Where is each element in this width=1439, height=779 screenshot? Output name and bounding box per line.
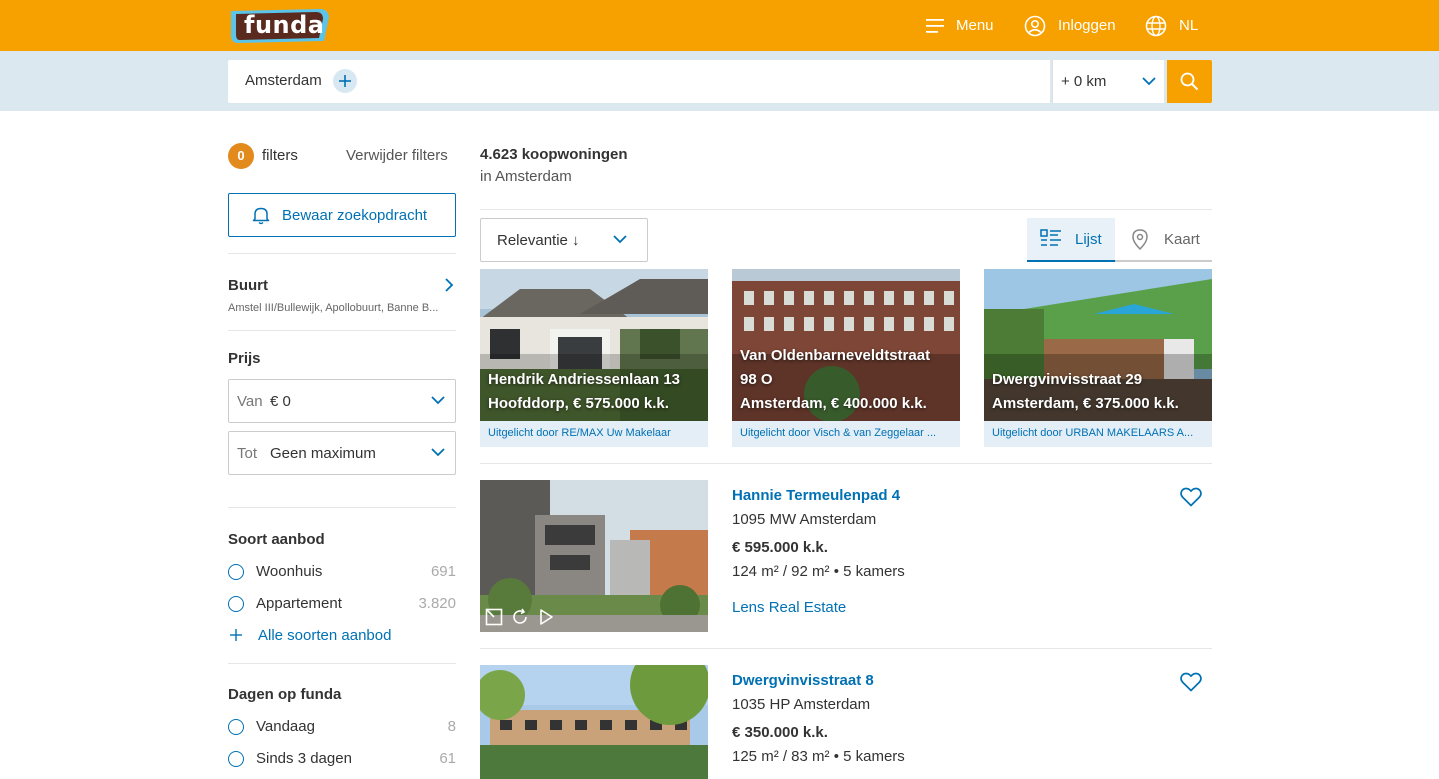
divider bbox=[228, 253, 456, 254]
tab-map-label: Kaart bbox=[1164, 231, 1200, 248]
divider bbox=[480, 648, 1212, 649]
tab-list-label: Lijst bbox=[1075, 231, 1102, 248]
option-count: 691 bbox=[430, 563, 456, 580]
location-chip: Amsterdam bbox=[245, 72, 322, 89]
map-pin-icon bbox=[1132, 229, 1148, 251]
tab-map-view[interactable]: Kaart bbox=[1115, 218, 1212, 262]
radio-appartement[interactable] bbox=[228, 596, 244, 612]
plus-icon bbox=[339, 75, 351, 87]
bell-icon bbox=[252, 207, 270, 225]
logo-text: funda bbox=[244, 11, 325, 39]
sort-select[interactable]: Relevantie ↓ bbox=[480, 218, 648, 262]
video-play-icon[interactable] bbox=[537, 608, 555, 626]
divider bbox=[228, 330, 456, 331]
featured-promo[interactable]: Uitgelicht door Visch & van Zeggelaar ..… bbox=[732, 421, 960, 447]
price-to-select[interactable]: Tot Geen maximum bbox=[228, 431, 456, 475]
featured-address: Hendrik Andriessenlaan 13 bbox=[488, 371, 681, 388]
price-title: Prijs bbox=[228, 350, 261, 367]
language-button[interactable]: NL bbox=[1145, 0, 1198, 51]
price-to-label: Tot bbox=[237, 445, 258, 462]
radio-woonhuis[interactable] bbox=[228, 564, 244, 580]
chevron-down-icon bbox=[613, 235, 627, 244]
radio-sinds-3-dagen[interactable] bbox=[228, 751, 244, 767]
neighbourhood-title[interactable]: Buurt bbox=[228, 277, 268, 294]
featured-price: Amsterdam, € 400.000 k.k. bbox=[740, 395, 927, 412]
offer-type-title: Soort aanbod bbox=[228, 531, 325, 548]
featured-address: Van Oldenbarneveldtstraat bbox=[740, 347, 931, 364]
option-label[interactable]: Sinds 3 dagen bbox=[256, 750, 352, 767]
featured-price: Amsterdam, € 375.000 k.k. bbox=[992, 395, 1179, 412]
price-from-label: Van bbox=[237, 393, 263, 410]
featured-card[interactable]: Hendrik Andriessenlaan 13 Hoofddorp, € 5… bbox=[480, 269, 708, 447]
media-icons bbox=[485, 608, 555, 626]
add-location-button[interactable] bbox=[333, 69, 357, 93]
listing-address: 1035 HP Amsterdam bbox=[732, 696, 871, 713]
login-label: Inloggen bbox=[1058, 17, 1116, 34]
listing-agent[interactable]: Lens Real Estate bbox=[732, 599, 846, 616]
top-header bbox=[0, 0, 1439, 51]
sort-value: Relevantie ↓ bbox=[497, 232, 580, 249]
floorplan-icon[interactable] bbox=[485, 608, 503, 626]
featured-promo[interactable]: Uitgelicht door RE/MAX Uw Makelaar bbox=[480, 421, 708, 447]
divider bbox=[480, 463, 1212, 464]
property-photo[interactable] bbox=[480, 665, 708, 779]
chevron-down-icon bbox=[431, 448, 445, 457]
menu-button[interactable]: Menu bbox=[926, 0, 994, 51]
featured-promo[interactable]: Uitgelicht door URBAN MAKELAARS A... bbox=[984, 421, 1212, 447]
divider bbox=[228, 663, 456, 664]
listing-address: 1095 MW Amsterdam bbox=[732, 511, 877, 528]
all-offer-types-link[interactable]: Alle soorten aanbod bbox=[258, 627, 391, 644]
neighbourhood-summary: Amstel III/Bullewijk, Apollobuurt, Banne… bbox=[228, 302, 439, 314]
search-button[interactable] bbox=[1167, 60, 1212, 103]
plus-icon[interactable] bbox=[230, 629, 242, 641]
option-label[interactable]: Woonhuis bbox=[256, 563, 322, 580]
listing-specs: 124 m² / 92 m² • 5 kamers bbox=[732, 563, 905, 580]
chevron-down-icon bbox=[431, 396, 445, 405]
login-button[interactable]: Inloggen bbox=[1024, 0, 1116, 51]
list-icon bbox=[1040, 229, 1061, 246]
filter-count-badge: 0 bbox=[228, 143, 254, 169]
days-title: Dagen op funda bbox=[228, 686, 342, 703]
divider bbox=[480, 209, 1212, 210]
featured-price: Hoofddorp, € 575.000 k.k. bbox=[488, 395, 669, 412]
globe-icon bbox=[1145, 15, 1167, 36]
language-label: NL bbox=[1179, 17, 1199, 34]
featured-address: Dwergvinvisstraat 29 bbox=[992, 371, 1143, 388]
featured-card[interactable]: Dwergvinvisstraat 29 Amsterdam, € 375.00… bbox=[984, 269, 1212, 447]
listing-title[interactable]: Dwergvinvisstraat 8 bbox=[732, 672, 874, 689]
search-icon bbox=[1180, 72, 1199, 91]
price-from-value: € 0 bbox=[270, 393, 291, 410]
listing-title[interactable]: Hannie Termeulenpad 4 bbox=[732, 487, 900, 504]
option-count: 8 bbox=[447, 718, 456, 735]
menu-label: Menu bbox=[956, 17, 994, 34]
result-location: in Amsterdam bbox=[480, 168, 572, 185]
option-count: 3.820 bbox=[418, 595, 456, 612]
option-count: 61 bbox=[439, 750, 456, 767]
hamburger-icon bbox=[926, 18, 944, 33]
featured-address-line2: 98 O bbox=[740, 371, 773, 388]
filters-label: filters bbox=[262, 147, 298, 164]
featured-card[interactable]: Van Oldenbarneveldtstraat 98 O Amsterdam… bbox=[732, 269, 960, 447]
chevron-right-icon[interactable] bbox=[445, 278, 454, 292]
radius-value: + 0 km bbox=[1061, 73, 1107, 90]
listing-price: € 595.000 k.k. bbox=[732, 539, 828, 556]
heart-icon[interactable] bbox=[1180, 487, 1202, 507]
price-to-value: Geen maximum bbox=[270, 445, 376, 462]
option-label[interactable]: Appartement bbox=[256, 595, 342, 612]
heart-icon[interactable] bbox=[1180, 672, 1202, 692]
save-search-label: Bewaar zoekopdracht bbox=[282, 207, 428, 224]
radio-vandaag[interactable] bbox=[228, 719, 244, 735]
listing-specs: 125 m² / 83 m² • 5 kamers bbox=[732, 748, 905, 765]
user-icon bbox=[1024, 15, 1046, 36]
listing-price: € 350.000 k.k. bbox=[732, 724, 828, 741]
option-label[interactable]: Vandaag bbox=[256, 718, 315, 735]
save-search-button[interactable]: Bewaar zoekopdracht bbox=[228, 193, 456, 237]
divider bbox=[228, 507, 456, 508]
result-count: 4.623 koopwoningen bbox=[480, 146, 628, 163]
360-view-icon[interactable] bbox=[511, 608, 529, 626]
tab-list-view[interactable]: Lijst bbox=[1027, 218, 1115, 262]
price-from-select[interactable]: Van € 0 bbox=[228, 379, 456, 423]
clear-filters-link[interactable]: Verwijder filters bbox=[346, 147, 448, 164]
chevron-down-icon bbox=[1142, 77, 1156, 86]
